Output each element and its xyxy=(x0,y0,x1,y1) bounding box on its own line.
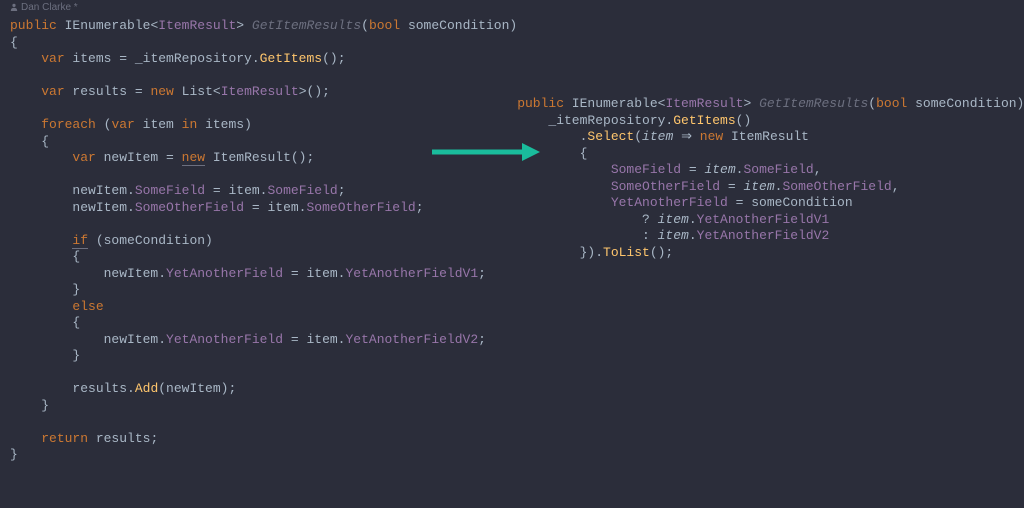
transform-arrow-icon xyxy=(430,140,540,168)
author-tag: Dan Clarke * xyxy=(10,2,78,13)
code-comparison: public IEnumerable<ItemResult> GetItemRe… xyxy=(0,0,1024,508)
person-icon xyxy=(10,3,18,11)
code-before: public IEnumerable<ItemResult> GetItemRe… xyxy=(10,18,517,508)
code-after: public IEnumerable<ItemResult> GetItemRe… xyxy=(517,18,1024,508)
author-name: Dan Clarke xyxy=(21,2,71,13)
